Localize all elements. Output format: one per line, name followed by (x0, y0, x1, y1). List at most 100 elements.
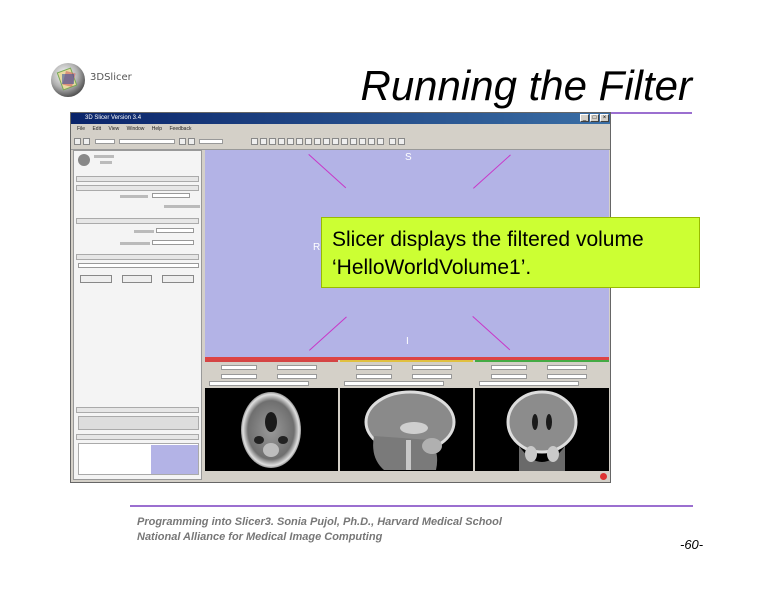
layout-icon-1[interactable] (251, 138, 258, 145)
layout-icon-11[interactable] (341, 138, 348, 145)
yellow-slice-controls[interactable] (340, 360, 473, 387)
3d-view-thumbnail (151, 445, 198, 474)
coronal-slice-view[interactable] (475, 388, 609, 471)
superior-label: S (405, 152, 412, 163)
layout-icon-12[interactable] (350, 138, 357, 145)
yellow-label-dropdown[interactable] (356, 374, 392, 379)
error-log-icon[interactable] (600, 473, 607, 480)
red-foreground-dropdown[interactable] (277, 374, 317, 379)
slicer-app-screenshot: 3D Slicer Version 3.4 _ □ × File Edit Vi… (70, 112, 611, 483)
sagittal-brain-image (364, 390, 456, 470)
layout-icon-14[interactable] (368, 138, 375, 145)
mouse-mode-icon[interactable] (389, 138, 396, 145)
parameter-set-label (120, 195, 148, 198)
slide-title: Running the Filter (360, 62, 692, 109)
layout-icon-3[interactable] (269, 138, 276, 145)
menu-edit[interactable]: Edit (92, 126, 101, 132)
parameter-set-dropdown[interactable] (152, 193, 190, 198)
status-bar (205, 471, 609, 482)
view-axis-line (472, 316, 511, 351)
filter-parameter-field[interactable] (78, 263, 199, 268)
axial-slice-view[interactable] (205, 388, 338, 471)
view-axis-line (309, 316, 347, 351)
close-button[interactable]: × (600, 114, 609, 122)
red-orientation-dropdown[interactable] (221, 365, 257, 370)
bottom-divider (130, 505, 693, 507)
green-slice-slider[interactable] (479, 381, 579, 386)
yellow-orientation-dropdown[interactable] (356, 365, 392, 370)
cancel-button[interactable] (162, 275, 194, 283)
sagittal-slice-view[interactable] (340, 388, 473, 471)
toolbar-home-icon[interactable] (74, 138, 81, 145)
module-logo-icon (78, 154, 90, 166)
layout-icon-5[interactable] (287, 138, 294, 145)
view-axis-line (473, 154, 511, 189)
hello-world-section[interactable] (76, 185, 199, 191)
layout-icon-4[interactable] (278, 138, 285, 145)
toolbar-next-icon[interactable] (188, 138, 195, 145)
default-button[interactable] (80, 275, 112, 283)
module-logo-caption (94, 155, 114, 158)
yellow-foreground-dropdown[interactable] (412, 374, 452, 379)
red-label-dropdown[interactable] (221, 374, 257, 379)
layout-icon-8[interactable] (314, 138, 321, 145)
red-slice-controls[interactable] (205, 360, 338, 387)
slicer-logo-icon (51, 63, 85, 97)
manipulate-slice-views-section[interactable] (76, 407, 199, 413)
window-titlebar: 3D Slicer Version 3.4 (71, 113, 610, 124)
page-number: -60- (680, 537, 704, 552)
footer-author: Programming into Slicer3. Sonia Pujol, P… (137, 516, 502, 528)
right-label: R (313, 242, 321, 253)
inferior-label: I (406, 336, 409, 347)
callout-line-1: Slicer displays the filtered volume (332, 228, 644, 251)
toolbar-field[interactable] (199, 139, 223, 144)
red-slice-slider[interactable] (209, 381, 309, 386)
help-acknowledgement-section[interactable] (76, 176, 199, 182)
green-orientation-dropdown[interactable] (491, 365, 527, 370)
apply-button[interactable] (122, 275, 152, 283)
layout-icon-15[interactable] (377, 138, 384, 145)
maximize-button[interactable]: □ (590, 114, 599, 122)
toolbar (71, 135, 610, 150)
yellow-volume-dropdown[interactable] (412, 365, 452, 370)
input-volume-dropdown[interactable] (156, 228, 194, 233)
module-panel (73, 150, 202, 480)
module-logo-caption-2 (100, 161, 112, 164)
layout-icon-6[interactable] (296, 138, 303, 145)
manipulate-3d-view-section[interactable] (76, 434, 199, 440)
menu-help[interactable]: Help (152, 126, 162, 132)
toolbar-data-icon[interactable] (83, 138, 90, 145)
module-history-dropdown[interactable] (95, 139, 115, 144)
yellow-slice-slider[interactable] (344, 381, 444, 386)
input-volume-label (134, 230, 154, 233)
3d-view-controls[interactable] (78, 443, 199, 475)
output-volume-label (120, 242, 150, 245)
menu-feedback[interactable]: Feedback (169, 126, 191, 132)
layout-icon-9[interactable] (323, 138, 330, 145)
io-section[interactable] (76, 218, 199, 224)
coronal-brain-image (506, 390, 578, 471)
slice-view-controls[interactable] (78, 416, 199, 430)
pick-mode-icon[interactable] (398, 138, 405, 145)
view-axis-line (308, 154, 347, 189)
module-select-dropdown[interactable] (119, 139, 175, 144)
window-title: 3D Slicer Version 3.4 (85, 115, 142, 121)
minimize-button[interactable]: _ (580, 114, 589, 122)
layout-icon-2[interactable] (260, 138, 267, 145)
output-volume-dropdown[interactable] (152, 240, 194, 245)
green-volume-dropdown[interactable] (547, 365, 587, 370)
layout-icon-10[interactable] (332, 138, 339, 145)
callout-line-2: ‘HelloWorldVolume1’. (332, 256, 532, 279)
footer-organization: National Alliance for Medical Image Comp… (137, 531, 383, 543)
menu-window[interactable]: Window (127, 126, 145, 132)
filter-parameters-section[interactable] (76, 254, 199, 260)
green-label-dropdown[interactable] (491, 374, 527, 379)
layout-icon-13[interactable] (359, 138, 366, 145)
toolbar-prev-icon[interactable] (179, 138, 186, 145)
menu-view[interactable]: View (108, 126, 119, 132)
menu-file[interactable]: File (77, 126, 85, 132)
layout-icon-7[interactable] (305, 138, 312, 145)
green-slice-controls[interactable] (475, 360, 609, 387)
green-foreground-dropdown[interactable] (547, 374, 587, 379)
red-volume-dropdown[interactable] (277, 365, 317, 370)
